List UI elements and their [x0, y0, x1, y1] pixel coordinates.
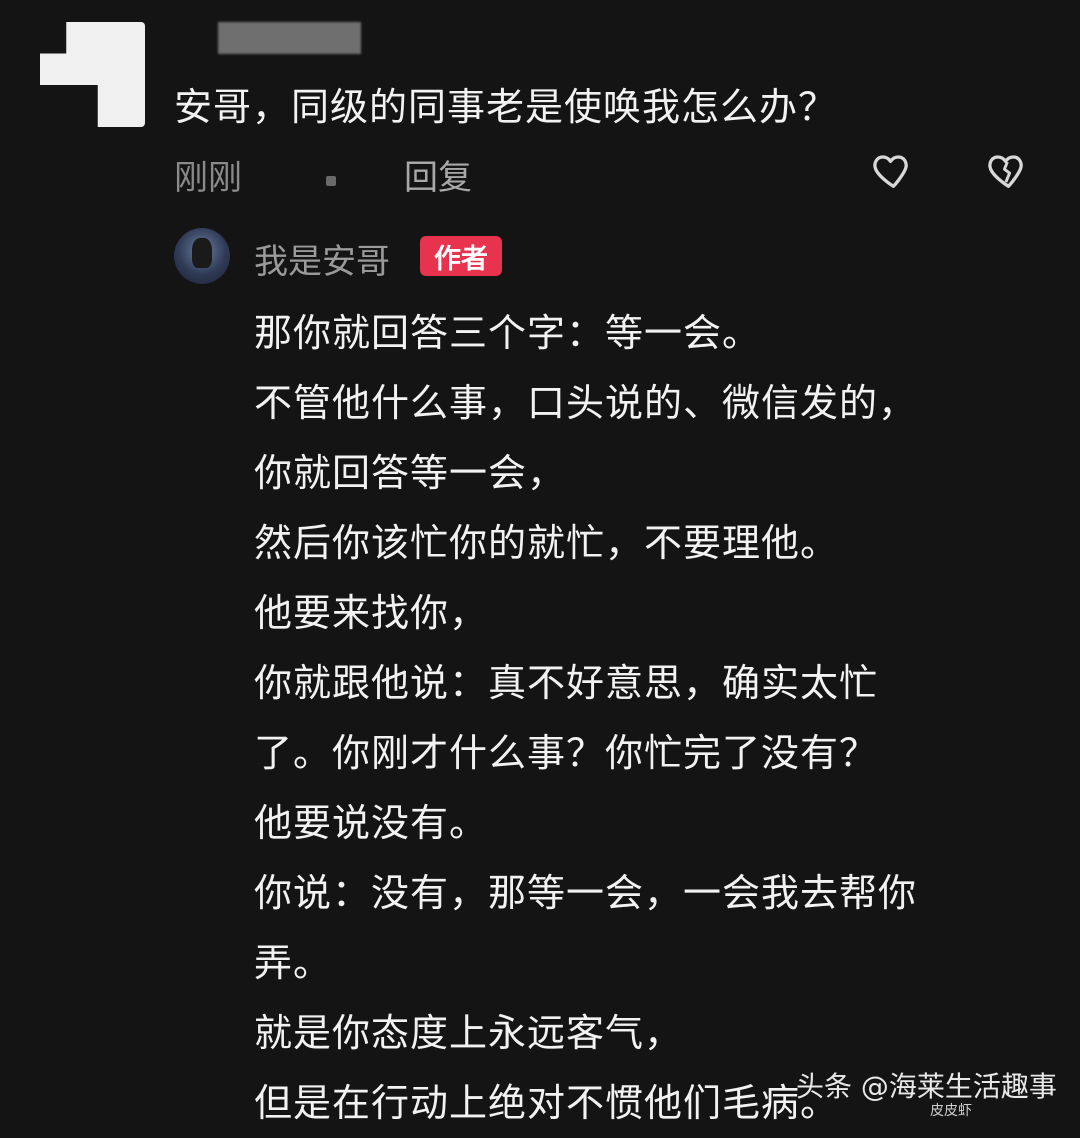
- reply-line: 他要来找你，: [254, 591, 489, 635]
- comment-meta-row: 刚刚 回复: [174, 150, 1054, 198]
- reply-line: 不管他什么事，口头说的、微信发的，: [254, 381, 918, 425]
- reply-line: 弄。: [254, 941, 333, 985]
- author-avatar[interactable]: [174, 228, 230, 284]
- comment-text: 安哥，同级的同事老是使唤我怎么办？: [174, 85, 838, 129]
- reply-line: 你就跟他说：真不好意思，确实太忙: [254, 661, 879, 705]
- reply-line: 了。你刚才什么事？你忙完了没有？: [254, 731, 879, 775]
- comment-time: 刚刚: [174, 158, 242, 198]
- meta-separator: [326, 176, 336, 186]
- reply-line: 你就回答等一会，: [254, 451, 567, 495]
- author-badge: 作者: [420, 236, 502, 276]
- heart-outline-icon[interactable]: [869, 150, 915, 194]
- reply-button[interactable]: 回复: [404, 150, 472, 199]
- source-watermark: 头条 @海莱生活趣事: [796, 1070, 1057, 1103]
- source-watermark-sub: 皮皮虾: [930, 1103, 972, 1119]
- reply-line: 然后你该忙你的就忙，不要理他。: [254, 521, 840, 565]
- commenter-name-redacted: [218, 22, 361, 54]
- reply-line: 就是你态度上永远客气，: [254, 1011, 684, 1055]
- reply-line: 那你就回答三个字：等一会。: [254, 311, 762, 355]
- commenter-avatar[interactable]: [40, 22, 145, 127]
- reply-line: 你说：没有，那等一会，一会我去帮你: [254, 871, 918, 915]
- reply-line: 他要说没有。: [254, 801, 489, 845]
- reply-body: 那你就回答三个字：等一会。 不管他什么事，口头说的、微信发的， 你就回答等一会，…: [254, 298, 1054, 1138]
- broken-heart-icon[interactable]: [984, 150, 1030, 194]
- reply-author-name[interactable]: 我是安哥: [254, 234, 390, 283]
